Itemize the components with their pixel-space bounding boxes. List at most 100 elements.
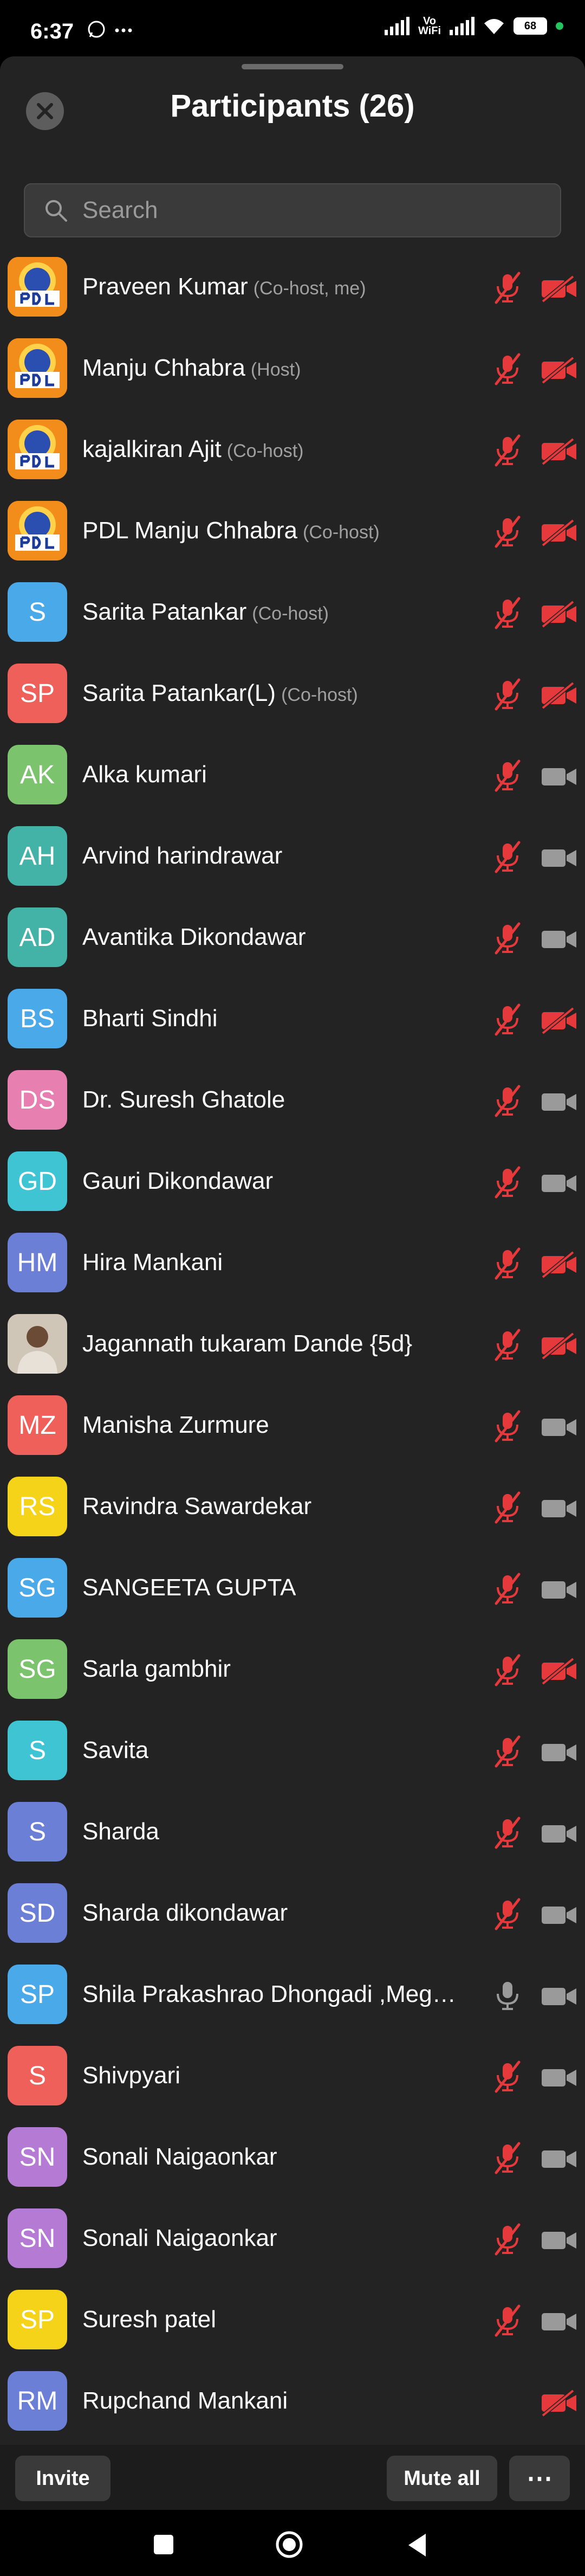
video-icon[interactable] [540,2064,578,2091]
video-off-icon[interactable] [540,1251,578,1278]
mic-muted-icon[interactable] [491,352,524,386]
participant-row[interactable]: SG SANGEETA GUPTA [0,1547,585,1628]
participant-row[interactable]: PDL Manju Chhabra (Co-host) [0,490,585,571]
search-box[interactable] [24,183,561,237]
avatar-initials: AD [19,923,56,952]
video-off-icon[interactable] [540,682,578,709]
participant-row[interactable]: AD Avantika Dikondawar [0,897,585,978]
video-icon[interactable] [540,2146,578,2173]
mic-muted-icon[interactable] [491,1165,524,1199]
mute-all-button[interactable]: Mute all [387,2456,497,2501]
video-icon[interactable] [540,1495,578,1522]
video-off-icon[interactable] [540,357,578,384]
mic-muted-icon[interactable] [491,2060,524,2094]
participant-row[interactable]: S Savita [0,1710,585,1791]
video-icon[interactable] [540,1089,578,1116]
participant-row[interactable]: S Sharda [0,1791,585,1872]
video-icon[interactable] [540,1739,578,1766]
participant-row[interactable]: GD Gauri Dikondawar [0,1141,585,1222]
invite-button[interactable]: Invite [15,2456,110,2501]
participant-row[interactable]: kajalkiran Ajit (Co-host) [0,409,585,490]
participant-row[interactable]: SN Sonali Naigaonkar [0,2116,585,2198]
video-icon[interactable] [540,1170,578,1197]
mic-muted-icon[interactable] [491,2141,524,2175]
participant-row[interactable]: SP Suresh patel [0,2279,585,2360]
mic-muted-icon[interactable] [491,1653,524,1687]
video-icon[interactable] [540,763,578,790]
video-icon[interactable] [540,926,578,953]
mic-muted-icon[interactable] [491,678,524,711]
mic-muted-icon[interactable] [491,1328,524,1362]
mic-muted-icon[interactable] [491,1247,524,1280]
participant-row[interactable]: RS Ravindra Sawardekar [0,1466,585,1547]
participant-name-line: Shila Prakashrao Dhongadi ,Meg… [82,1981,456,2008]
home-icon[interactable] [274,2529,304,2560]
mic-icon[interactable] [491,1979,524,2012]
mic-muted-icon[interactable] [491,1897,524,1931]
video-off-icon[interactable] [540,438,578,465]
mic-muted-icon[interactable] [491,1735,524,1768]
participant-row[interactable]: HM Hira Mankani [0,1222,585,1303]
mic-muted-icon[interactable] [491,2223,524,2256]
mic-muted-icon[interactable] [491,1572,524,1606]
participant-row[interactable]: SN Sonali Naigaonkar [0,2198,585,2279]
mic-muted-icon[interactable] [491,515,524,549]
avatar: SN [8,2208,67,2268]
video-icon[interactable] [540,1576,578,1603]
participant-row[interactable]: S Sarita Patankar (Co-host) [0,571,585,653]
avatar: SG [8,1639,67,1699]
mic-muted-icon[interactable] [491,1816,524,1850]
video-icon[interactable] [540,2308,578,2335]
more-options-button[interactable]: ⋯ [509,2456,570,2501]
mic-muted-icon[interactable] [491,1084,524,1118]
mic-muted-icon[interactable] [491,840,524,874]
mic-muted-icon[interactable] [491,2304,524,2337]
participant-row[interactable]: Praveen Kumar (Co-host, me) [0,246,585,327]
video-off-icon[interactable] [540,1007,578,1034]
participant-row[interactable]: AK Alka kumari [0,734,585,815]
participant-row[interactable]: SP Shila Prakashrao Dhongadi ,Meg… [0,1954,585,2035]
video-icon[interactable] [540,1414,578,1441]
drag-handle[interactable] [242,64,343,69]
participant-name: kajalkiran Ajit [82,436,222,462]
avatar-initials: SP [20,2305,55,2334]
participant-row[interactable]: BS Bharti Sindhi [0,978,585,1059]
mic-muted-icon[interactable] [491,1003,524,1036]
mic-muted-icon[interactable] [491,596,524,630]
participant-row[interactable]: DS Dr. Suresh Ghatole [0,1059,585,1141]
video-icon[interactable] [540,845,578,872]
participant-role: (Co-host) [226,441,304,461]
avatar-initials: AH [19,841,56,871]
participant-row[interactable]: Manju Chhabra (Host) [0,327,585,409]
mic-muted-icon[interactable] [491,1409,524,1443]
participant-name-line: Dr. Suresh Ghatole [82,1086,285,1113]
participant-row[interactable]: SD Sharda dikondawar [0,1872,585,1954]
video-off-icon[interactable] [540,601,578,628]
video-icon[interactable] [540,1983,578,2010]
avatar-initials: SN [19,2142,56,2172]
recent-apps-icon[interactable] [152,2533,176,2556]
back-icon[interactable] [404,2532,430,2559]
participant-row[interactable]: SG Sarla gambhir [0,1628,585,1710]
video-off-icon[interactable] [540,2390,578,2417]
video-off-icon[interactable] [540,275,578,302]
video-off-icon[interactable] [540,1658,578,1685]
video-off-icon[interactable] [540,1332,578,1360]
participant-row[interactable]: SP Sarita Patankar(L) (Co-host) [0,653,585,734]
video-icon[interactable] [540,1902,578,1929]
participant-row[interactable]: MZ Manisha Zurmure [0,1384,585,1466]
mic-muted-icon[interactable] [491,759,524,793]
video-icon[interactable] [540,2227,578,2254]
mic-muted-icon[interactable] [491,271,524,305]
participant-row[interactable]: AH Arvind harindrawar [0,815,585,897]
mic-muted-icon[interactable] [491,1491,524,1524]
participant-row[interactable]: Jagannath tukaram Dande {5d} [0,1303,585,1384]
mic-muted-icon[interactable] [491,434,524,467]
search-input[interactable] [81,196,517,224]
participant-name-line: Arvind harindrawar [82,842,282,870]
video-icon[interactable] [540,1820,578,1847]
participant-row[interactable]: RM Rupchand Mankani [0,2360,585,2442]
participant-row[interactable]: S Shivpyari [0,2035,585,2116]
mic-muted-icon[interactable] [491,922,524,955]
video-off-icon[interactable] [540,519,578,546]
